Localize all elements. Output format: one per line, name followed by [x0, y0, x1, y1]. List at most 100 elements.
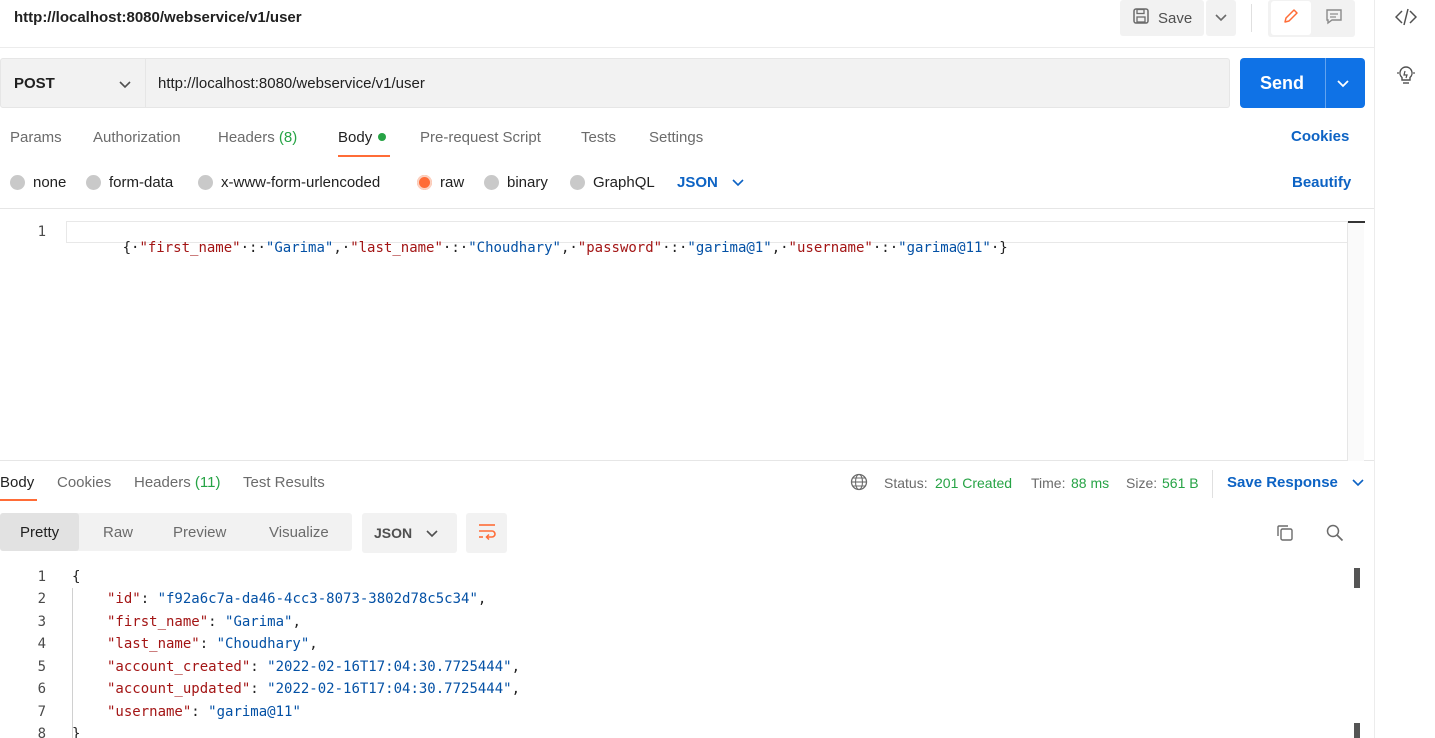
body-type-binary[interactable]: binary: [484, 174, 548, 191]
cookies-link[interactable]: Cookies: [1291, 128, 1349, 145]
url-input[interactable]: http://localhost:8080/webservice/v1/user: [146, 58, 1230, 108]
json-key: "first_name": [139, 240, 241, 256]
request-body-editor[interactable]: 1 {·"first_name"·:·"Garima",·"last_name"…: [0, 208, 1374, 461]
json-string: "garima@1": [687, 240, 772, 256]
save-button[interactable]: Save: [1120, 0, 1204, 36]
response-line: "account_updated": "2022-02-16T17:04:30.…: [107, 681, 521, 697]
response-editor-scrollbar[interactable]: [1351, 566, 1363, 738]
request-editor-scrollbar[interactable]: [1347, 221, 1365, 461]
line-number: 6: [37, 681, 46, 697]
body-type-urlencoded-label: x-www-form-urlencoded: [221, 174, 381, 191]
save-response-button[interactable]: Save Response: [1227, 474, 1364, 491]
response-format-select[interactable]: JSON: [362, 513, 457, 553]
view-pretty[interactable]: Pretty: [0, 513, 80, 551]
request-body-line[interactable]: {·"first_name"·:·"Garima",·"last_name"·:…: [72, 224, 1008, 272]
view-visualize[interactable]: Visualize: [269, 513, 329, 551]
copy-icon[interactable]: [1273, 521, 1297, 545]
response-tab-cookies[interactable]: Cookies: [57, 474, 111, 491]
tab-body[interactable]: Body: [338, 129, 387, 146]
tab-authorization[interactable]: Authorization: [93, 129, 181, 146]
code-icon[interactable]: [1395, 6, 1417, 28]
response-tab-body-underline: [0, 499, 37, 501]
size-value[interactable]: 561 B: [1162, 475, 1199, 491]
body-type-form-data-label: form-data: [109, 174, 174, 191]
view-preview[interactable]: Preview: [173, 513, 226, 551]
json-brace: {: [122, 240, 132, 256]
response-line: "last_name": "Choudhary",: [107, 636, 318, 652]
body-type-urlencoded[interactable]: x-www-form-urlencoded: [198, 174, 380, 191]
response-format-label: JSON: [374, 525, 413, 541]
indent-guide: [72, 588, 73, 738]
send-divider: [1325, 58, 1326, 108]
save-options-button[interactable]: [1206, 0, 1236, 36]
edit-mode-button[interactable]: [1271, 1, 1311, 35]
beautify-link[interactable]: Beautify: [1292, 174, 1351, 191]
radio-raw-selected: [417, 175, 432, 190]
response-line: "username": "garima@11": [107, 704, 301, 720]
response-tab-body[interactable]: Body: [0, 474, 34, 491]
method-label: POST: [14, 74, 55, 92]
radio-none: [10, 175, 25, 190]
json-string: "garima@11": [898, 240, 991, 256]
globe-icon[interactable]: [850, 473, 868, 494]
json-key: "last_name": [350, 240, 443, 256]
pencil-icon: [1282, 7, 1300, 30]
lightbulb-icon[interactable]: [1395, 65, 1417, 87]
line-number: 1: [37, 224, 46, 240]
line-number: 4: [37, 636, 46, 652]
time-label: Time:: [1031, 475, 1066, 491]
chevron-down-icon: [119, 76, 131, 93]
body-type-binary-label: binary: [507, 174, 548, 191]
request-title[interactable]: http://localhost:8080/webservice/v1/user: [14, 9, 302, 26]
floppy-disk-icon: [1132, 7, 1150, 29]
wrap-lines-button[interactable]: [466, 513, 507, 553]
view-raw[interactable]: Raw: [103, 513, 133, 551]
send-options-chevron-icon[interactable]: [1336, 76, 1350, 94]
body-type-graphql[interactable]: GraphQL: [570, 174, 655, 191]
send-button[interactable]: Send: [1240, 58, 1365, 108]
response-line: "first_name": "Garima",: [107, 614, 301, 630]
json-brace: }: [999, 240, 1008, 256]
response-tab-test-results[interactable]: Test Results: [243, 474, 325, 491]
line-number: 8: [37, 726, 46, 738]
line-number: 2: [37, 591, 46, 607]
line-number: 7: [37, 704, 46, 720]
scrollbar-thumb[interactable]: [1354, 568, 1360, 588]
tab-params[interactable]: Params: [10, 129, 62, 146]
body-type-raw[interactable]: raw: [417, 174, 464, 191]
tab-body-underline: [338, 155, 390, 157]
chevron-down-icon: [1215, 9, 1227, 27]
body-format-select[interactable]: JSON: [677, 174, 744, 191]
tab-headers[interactable]: Headers (8): [218, 129, 297, 146]
body-type-form-data[interactable]: form-data: [86, 174, 173, 191]
tab-prerequest-script[interactable]: Pre-request Script: [420, 129, 541, 146]
tab-headers-count: (8): [278, 129, 298, 146]
response-tab-headers-label: Headers: [134, 474, 191, 491]
chevron-down-icon: [732, 174, 744, 191]
comment-mode-button[interactable]: [1314, 1, 1354, 35]
tab-tests[interactable]: Tests: [581, 129, 616, 146]
right-sidebar: [1374, 0, 1435, 738]
method-select[interactable]: POST: [0, 58, 146, 108]
body-indicator-dot: [378, 133, 387, 141]
body-type-none[interactable]: none: [10, 174, 66, 191]
json-key: "username": [788, 240, 873, 256]
tab-settings[interactable]: Settings: [649, 129, 703, 146]
scrollbar-thumb[interactable]: [1348, 221, 1365, 241]
save-label: Save: [1158, 9, 1193, 27]
status-value[interactable]: 201 Created: [935, 475, 1012, 491]
time-value[interactable]: 88 ms: [1071, 475, 1109, 491]
search-icon[interactable]: [1323, 521, 1347, 545]
mode-toggle: [1268, 0, 1355, 37]
scrollbar-marker: [1354, 723, 1360, 738]
response-line: "id": "f92a6c7a-da46-4cc3-8073-3802d78c5…: [107, 591, 487, 607]
radio-binary: [484, 175, 499, 190]
chevron-down-icon: [1352, 474, 1364, 491]
response-tab-headers[interactable]: Headers (11): [134, 474, 220, 491]
tab-body-label: Body: [338, 129, 373, 146]
response-tab-headers-count: (11): [194, 474, 221, 491]
comment-icon: [1325, 7, 1343, 30]
status-label: Status:: [884, 475, 928, 491]
body-type-graphql-label: GraphQL: [593, 174, 655, 191]
json-string: "Garima": [265, 240, 334, 256]
